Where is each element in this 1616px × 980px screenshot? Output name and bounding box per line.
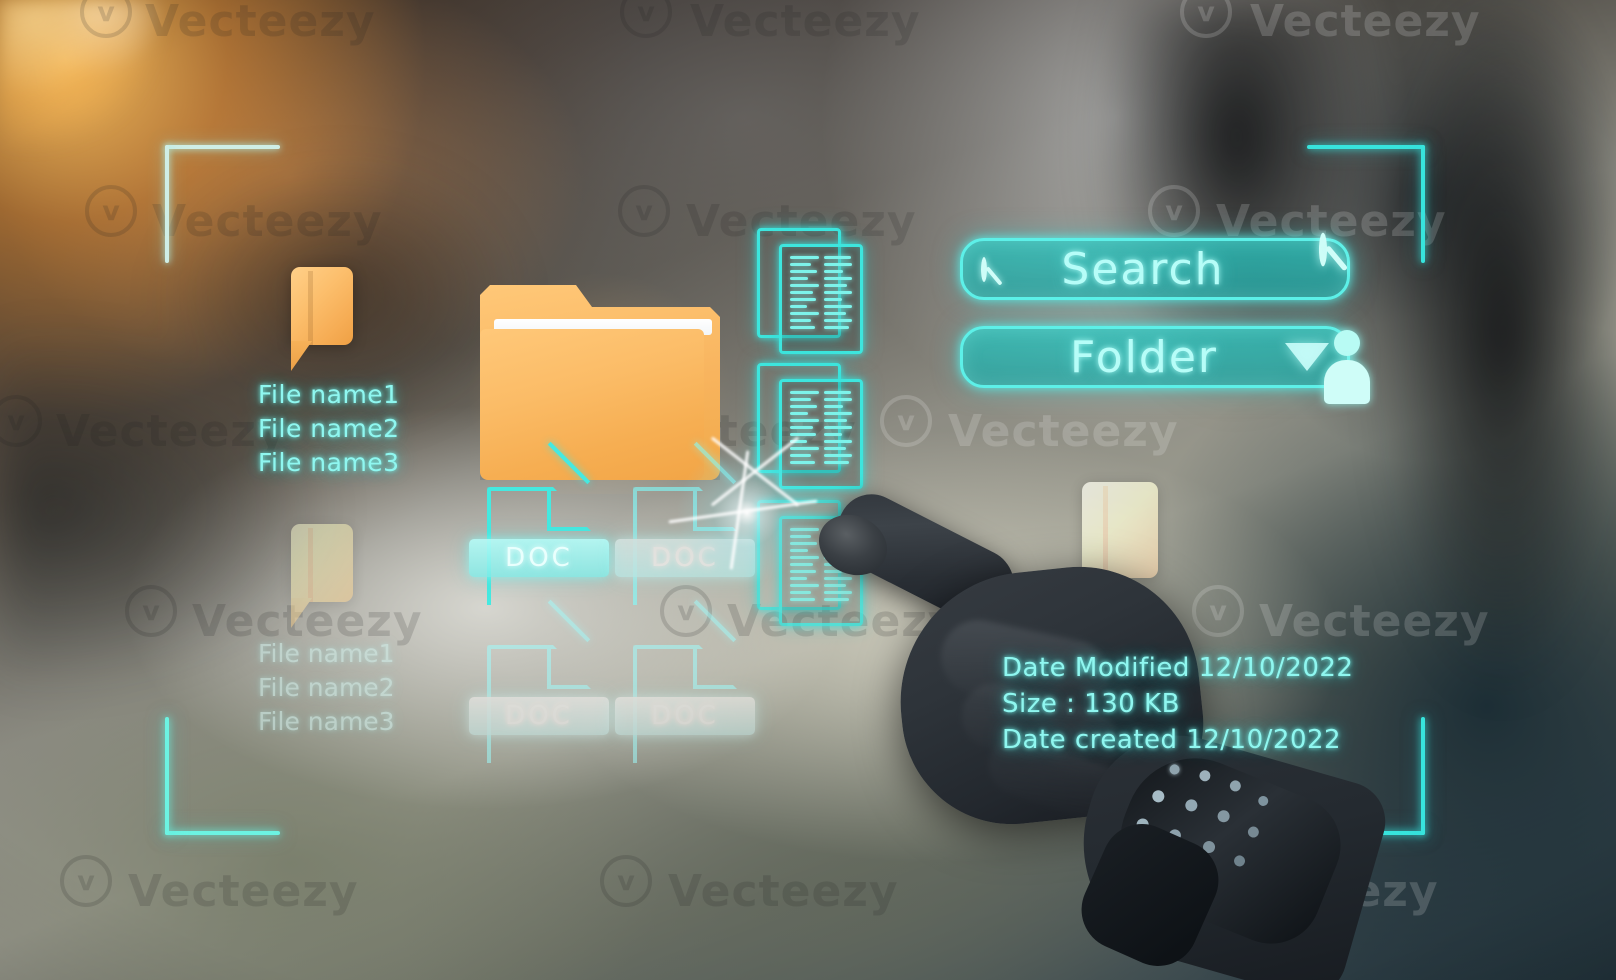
screenshot-canvas: v Vecteezy v Vecteezy v Vecteezy v Vecte… bbox=[0, 0, 1616, 980]
vignette bbox=[0, 0, 1616, 980]
